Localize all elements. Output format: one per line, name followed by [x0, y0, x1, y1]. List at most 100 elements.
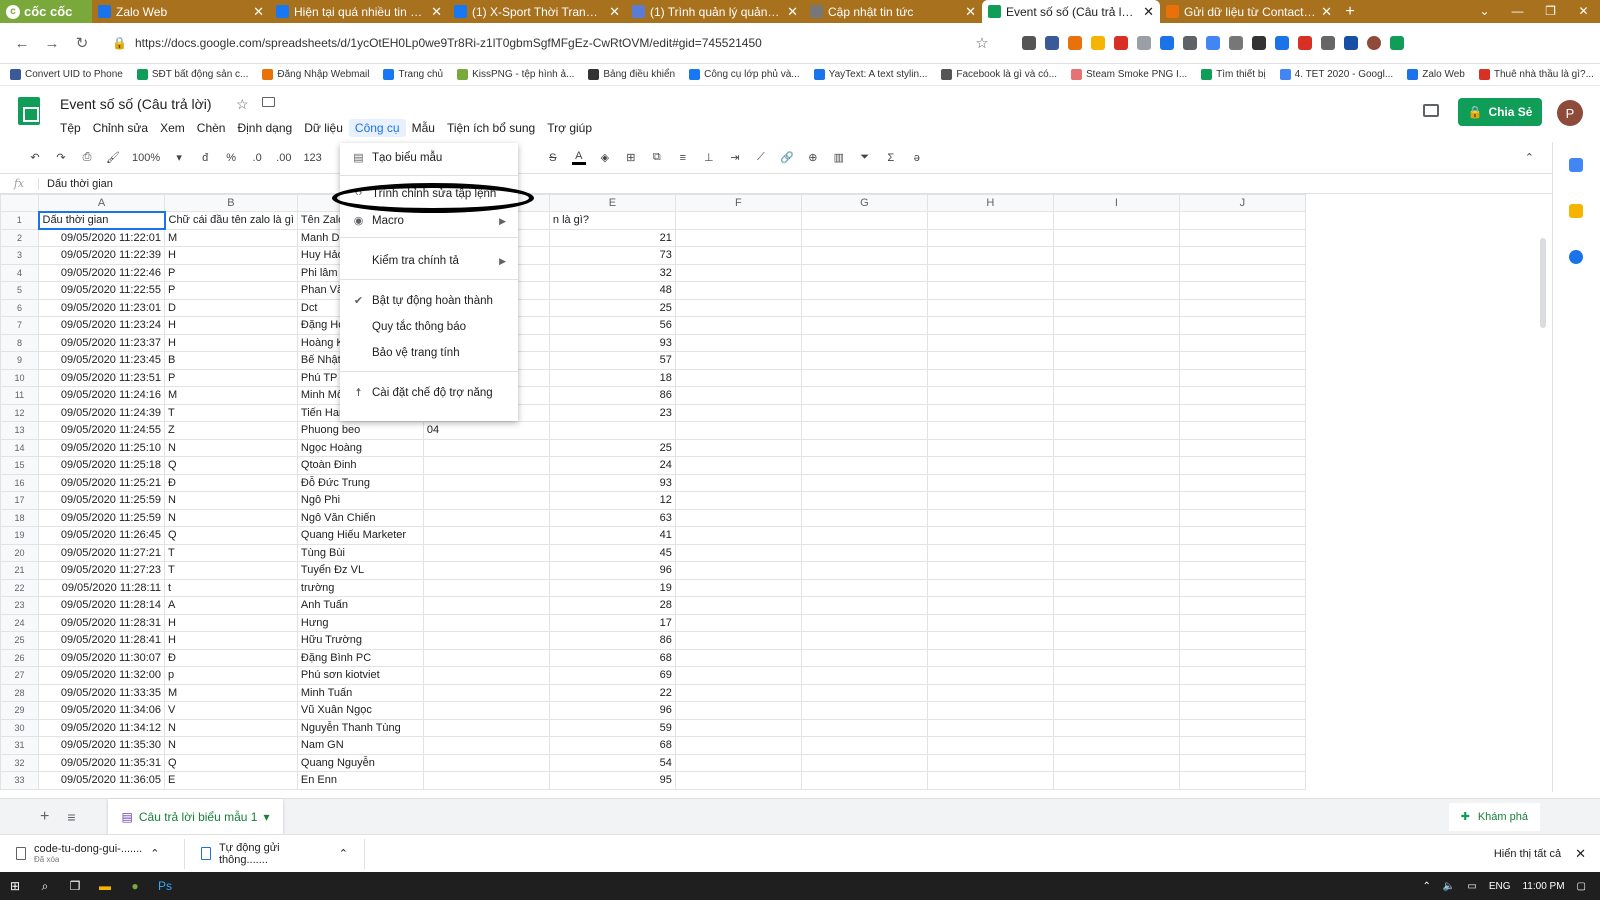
cell[interactable]: [1178, 613, 1306, 632]
close-tab-icon[interactable]: ✕: [1143, 4, 1154, 20]
cell[interactable]: [926, 316, 1054, 335]
row-number[interactable]: 24: [0, 613, 39, 632]
bookmark-item[interactable]: KissPNG - tệp hình ả...: [457, 69, 574, 80]
browser-tab[interactable]: Event số số (Câu trả lời) - ✕: [982, 0, 1160, 23]
cell[interactable]: [1178, 578, 1306, 597]
cell[interactable]: T: [164, 561, 298, 580]
cell[interactable]: [1052, 333, 1180, 352]
cell[interactable]: [1178, 456, 1306, 475]
cell[interactable]: [674, 683, 802, 702]
cell[interactable]: 09/05/2020 11:25:21: [38, 473, 165, 492]
cell[interactable]: [926, 281, 1054, 300]
cell[interactable]: 32: [548, 263, 676, 282]
cell[interactable]: 09/05/2020 11:23:45: [38, 351, 165, 370]
network-icon[interactable]: ▭: [1467, 881, 1476, 892]
share-button[interactable]: 🔒 Chia Sẻ: [1458, 98, 1542, 126]
cell[interactable]: Phuong beo: [296, 421, 424, 440]
row-number[interactable]: 2: [0, 228, 39, 247]
cell[interactable]: [674, 403, 802, 422]
row-number[interactable]: 13: [0, 421, 39, 440]
cell[interactable]: H: [164, 246, 298, 265]
cell[interactable]: [926, 613, 1054, 632]
header-cell[interactable]: [926, 211, 1054, 230]
cell[interactable]: [674, 263, 802, 282]
cell[interactable]: 09/05/2020 11:28:31: [38, 613, 165, 632]
cell[interactable]: [1178, 421, 1306, 440]
forward-icon[interactable]: →: [42, 35, 62, 52]
cell[interactable]: P: [164, 281, 298, 300]
cell[interactable]: 09/05/2020 11:23:37: [38, 333, 165, 352]
header-cell[interactable]: Chữ cái đầu tên zalo là gì: [164, 211, 298, 230]
cell[interactable]: [926, 718, 1054, 737]
cell[interactable]: 19: [548, 578, 676, 597]
cell[interactable]: 86: [548, 631, 676, 650]
cell[interactable]: [674, 508, 802, 527]
tasks-icon[interactable]: [1569, 250, 1583, 264]
browser-tab[interactable]: (1) Trình quản lý quảng cáo ✕: [626, 0, 804, 23]
cell[interactable]: [800, 613, 928, 632]
cell[interactable]: 18: [548, 368, 676, 387]
bookmark-star-icon[interactable]: ☆: [972, 34, 992, 52]
cell[interactable]: [674, 771, 802, 790]
column-header[interactable]: G: [800, 194, 928, 212]
cell[interactable]: Tùng Bùi: [296, 543, 424, 562]
cell[interactable]: [1178, 683, 1306, 702]
cell[interactable]: [674, 648, 802, 667]
notifications-icon[interactable]: ▢: [1577, 881, 1586, 892]
cell[interactable]: [926, 456, 1054, 475]
cell[interactable]: [800, 701, 928, 720]
browser-tab[interactable]: Zalo Web ✕: [92, 0, 270, 23]
cell[interactable]: [674, 561, 802, 580]
sheets-logo-icon[interactable]: [18, 97, 40, 125]
cell[interactable]: 57: [548, 351, 676, 370]
cell[interactable]: [422, 561, 550, 580]
cell[interactable]: [800, 578, 928, 597]
cell[interactable]: Q: [164, 526, 298, 545]
cell[interactable]: [1052, 228, 1180, 247]
row-number[interactable]: 1: [0, 211, 39, 230]
facebook-extension-icon[interactable]: [1045, 36, 1059, 50]
bookmark-item[interactable]: Trang chủ: [383, 69, 443, 80]
cell[interactable]: [1178, 316, 1306, 335]
close-tab-icon[interactable]: ✕: [431, 4, 442, 20]
cell[interactable]: 73: [548, 246, 676, 265]
bookmark-item[interactable]: Đăng Nhập Webmail: [262, 69, 369, 80]
cell[interactable]: [674, 543, 802, 562]
cell[interactable]: [422, 701, 550, 720]
cell[interactable]: 54: [548, 753, 676, 772]
cell[interactable]: [1052, 421, 1180, 440]
cell[interactable]: [800, 386, 928, 405]
cell[interactable]: [674, 368, 802, 387]
number-format-button[interactable]: 123: [303, 152, 321, 164]
cell[interactable]: [1052, 403, 1180, 422]
cell[interactable]: 95: [548, 771, 676, 790]
cell[interactable]: [1052, 263, 1180, 282]
cell[interactable]: 09/05/2020 11:25:18: [38, 456, 165, 475]
extension-icon[interactable]: [1206, 36, 1220, 50]
redo-icon[interactable]: ↷: [54, 151, 68, 164]
bookmark-item[interactable]: Thuê nhà thầu là gì?...: [1478, 69, 1594, 80]
menu-item-protect-sheet[interactable]: Bảo vệ trang tính: [340, 341, 518, 365]
cell[interactable]: 93: [548, 333, 676, 352]
cell[interactable]: [1178, 403, 1306, 422]
cell[interactable]: [926, 526, 1054, 545]
row-number[interactable]: 28: [0, 683, 39, 702]
cell[interactable]: [800, 491, 928, 510]
cell[interactable]: [926, 491, 1054, 510]
bookmark-item[interactable]: Steam Smoke PNG I...: [1071, 69, 1187, 80]
cell[interactable]: [674, 473, 802, 492]
cell[interactable]: [422, 648, 550, 667]
bookmark-item[interactable]: Convert UID to Phone: [10, 69, 123, 80]
cell[interactable]: [422, 613, 550, 632]
cell[interactable]: [800, 648, 928, 667]
windows-start-icon[interactable]: ⊞: [0, 879, 30, 893]
menu-item-autocomplete[interactable]: ✔ Bật tự động hoàn thành: [340, 289, 518, 313]
cell[interactable]: Hữu Trường: [296, 631, 424, 650]
cell[interactable]: [674, 351, 802, 370]
search-icon[interactable]: ⌕: [30, 879, 60, 894]
row-number[interactable]: 9: [0, 351, 39, 370]
cell[interactable]: [1178, 736, 1306, 755]
photoshop-taskbar-icon[interactable]: Ps: [150, 879, 180, 893]
cell[interactable]: [926, 561, 1054, 580]
cell[interactable]: [800, 368, 928, 387]
